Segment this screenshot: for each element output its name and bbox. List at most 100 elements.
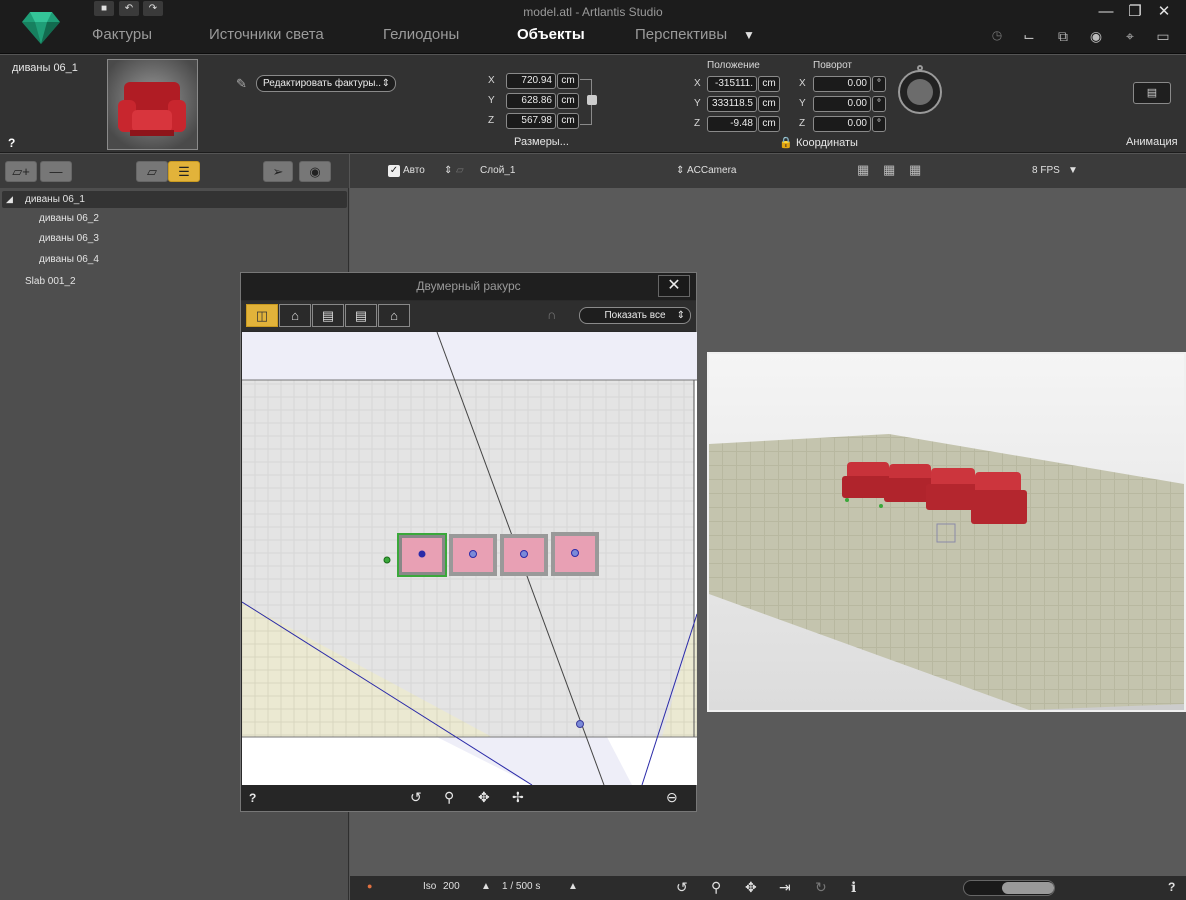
rot-x-field[interactable]: 0.00 bbox=[813, 76, 871, 92]
dimensions-button[interactable]: Размеры... bbox=[514, 136, 569, 148]
remove-object-button[interactable]: — bbox=[40, 161, 72, 182]
display-icon[interactable]: ▭ bbox=[1153, 28, 1173, 46]
clapperboard-icon[interactable]: ▤ bbox=[1133, 82, 1171, 104]
fps-dropdown-icon[interactable]: ▼ bbox=[1068, 165, 1078, 176]
dim-y-field[interactable]: 628.86 bbox=[506, 93, 556, 109]
proportion-lock-icon[interactable] bbox=[587, 95, 597, 105]
auto-checkbox[interactable]: ✓ bbox=[388, 165, 400, 177]
edit-textures-dropdown[interactable]: Редактировать фактуры.. ⇕ bbox=[256, 75, 396, 92]
fps-selector[interactable]: 8 FPS bbox=[1032, 165, 1060, 176]
2d-zoom-icon[interactable]: ⚲ bbox=[444, 789, 454, 806]
tree-item[interactable]: диваны 06_4 bbox=[2, 251, 347, 268]
pos-y-field[interactable]: 333118.5 bbox=[707, 96, 757, 112]
quality-slider[interactable] bbox=[963, 880, 1055, 896]
view-quad-icon[interactable]: ▦ bbox=[883, 162, 895, 178]
2d-rotate-icon[interactable]: ↺ bbox=[410, 789, 422, 806]
2d-view-window[interactable]: Двумерный ракурс ✕ ◫ ⌂ ▤ ▤ ⌂ ∩ Показать … bbox=[240, 272, 697, 812]
tree-item[interactable]: диваны 06_3 bbox=[2, 230, 347, 247]
3d-preview-window[interactable] bbox=[707, 352, 1186, 712]
view-left-icon[interactable]: ⌂ bbox=[378, 304, 410, 327]
tab-objects[interactable]: Объекты bbox=[517, 26, 585, 46]
iso-value[interactable]: 200 bbox=[443, 881, 460, 892]
pan-icon[interactable]: ✥ bbox=[745, 879, 757, 896]
axes-icon[interactable]: ⌙ bbox=[1019, 28, 1039, 46]
dim-y-unit[interactable]: cm bbox=[557, 93, 579, 109]
slider-handle[interactable] bbox=[1002, 882, 1054, 894]
close-icon[interactable]: ✕ bbox=[1152, 3, 1176, 21]
tab-menu-arrow-icon[interactable]: ▼ bbox=[743, 28, 755, 48]
view-back-icon[interactable]: ▤ bbox=[345, 304, 377, 327]
tree-item-label: диваны 06_3 bbox=[39, 233, 99, 244]
dim-z-field[interactable]: 567.98 bbox=[506, 113, 556, 129]
tree-item[interactable]: диваны 06_2 bbox=[2, 210, 347, 227]
2d-help-button[interactable]: ? bbox=[249, 791, 256, 805]
coordinates-button[interactable]: Координаты bbox=[796, 137, 858, 149]
rot-y-field[interactable]: 0.00 bbox=[813, 96, 871, 112]
rot-z-unit[interactable]: ° bbox=[872, 116, 886, 132]
dim-x-unit[interactable]: cm bbox=[557, 73, 579, 89]
iso-up-icon[interactable]: ▲ bbox=[481, 881, 491, 892]
help-button[interactable]: ? bbox=[8, 136, 15, 150]
tab-textures[interactable]: Фактуры bbox=[92, 26, 152, 46]
pos-x-unit[interactable]: cm bbox=[758, 76, 780, 92]
rot-x-unit[interactable]: ° bbox=[872, 76, 886, 92]
tab-perspectives[interactable]: Перспективы bbox=[635, 26, 727, 46]
camera-position-handle[interactable] bbox=[576, 720, 584, 728]
2d-view-bottom-toolbar: ? ↺ ⚲ ✥ ✢ ⊖ bbox=[241, 785, 696, 811]
maximize-icon[interactable]: ❐ bbox=[1123, 3, 1147, 21]
pos-z-field[interactable]: -9.48 bbox=[707, 116, 757, 132]
sofa-group-plan[interactable] bbox=[383, 532, 599, 577]
camera-icon[interactable]: ◉ bbox=[1086, 28, 1106, 46]
view-single-icon[interactable]: ▦ bbox=[909, 162, 921, 178]
show-all-dropdown[interactable]: Показать все ⇕ bbox=[579, 307, 691, 324]
rotation-dial[interactable] bbox=[898, 65, 942, 114]
view-split-icon[interactable]: ▦ bbox=[857, 162, 869, 178]
object-inspector: диваны 06_1 ? ✎ Редактировать фактуры.. … bbox=[0, 55, 1186, 153]
crop-icon[interactable]: ⌖ bbox=[1120, 28, 1140, 46]
dim-z-unit[interactable]: cm bbox=[557, 113, 579, 129]
pointer-tool-icon[interactable]: ➢ bbox=[263, 161, 293, 182]
shutter-value[interactable]: 1 / 500 s bbox=[502, 881, 540, 892]
add-object-button[interactable]: ▱+ bbox=[5, 161, 37, 182]
dim-x-field[interactable]: 720.94 bbox=[506, 73, 556, 89]
camera-selector[interactable]: ACCamera bbox=[687, 165, 736, 176]
camera-stepper-icon[interactable]: ⇕ bbox=[676, 165, 684, 176]
pos-z-unit[interactable]: cm bbox=[758, 116, 780, 132]
list-view-lines-button[interactable]: ☰ bbox=[168, 161, 200, 182]
list-view-plane-button[interactable]: ▱ bbox=[136, 161, 168, 182]
help-button-bottom[interactable]: ? bbox=[1168, 880, 1175, 894]
info-icon[interactable]: ℹ bbox=[851, 879, 856, 896]
expand-triangle-icon[interactable]: ◢ bbox=[6, 191, 13, 208]
animation-label[interactable]: Анимация bbox=[1126, 136, 1178, 148]
2d-view-close-icon[interactable]: ✕ bbox=[658, 275, 690, 297]
2d-section-icon[interactable]: ⊖ bbox=[666, 789, 678, 806]
visibility-eye-icon[interactable]: ◉ bbox=[299, 161, 331, 182]
layer-stepper-icon[interactable]: ⇕ bbox=[444, 165, 452, 176]
rot-z-field[interactable]: 0.00 bbox=[813, 116, 871, 132]
pos-y-unit[interactable]: cm bbox=[758, 96, 780, 112]
pos-x-field[interactable]: -315111. bbox=[707, 76, 757, 92]
rot-y-unit[interactable]: ° bbox=[872, 96, 886, 112]
rotate-view-icon[interactable]: ↺ bbox=[676, 879, 688, 896]
tab-lights[interactable]: Источники света bbox=[209, 26, 324, 46]
clock-icon[interactable]: ◷ bbox=[987, 28, 1007, 46]
plan-drawing bbox=[242, 332, 697, 785]
tree-item-group[interactable]: ◢ диваны 06_1 bbox=[2, 191, 347, 208]
view-top-icon[interactable]: ◫ bbox=[246, 304, 278, 327]
layer-selector[interactable]: Слой_1 bbox=[480, 165, 515, 176]
walk-icon[interactable]: ⇥ bbox=[779, 879, 791, 896]
dial-handle-icon[interactable] bbox=[917, 65, 923, 71]
windows-icon[interactable]: ⧉ bbox=[1053, 28, 1073, 46]
zoom-icon[interactable]: ⚲ bbox=[711, 879, 721, 896]
view-right-icon[interactable]: ▤ bbox=[312, 304, 344, 327]
view-front-icon[interactable]: ⌂ bbox=[279, 304, 311, 327]
2d-pan-icon[interactable]: ✥ bbox=[478, 789, 490, 806]
2d-zoom-fit-icon[interactable]: ✢ bbox=[512, 789, 524, 806]
2d-plan-canvas[interactable] bbox=[242, 332, 697, 785]
minimize-icon[interactable]: — bbox=[1094, 3, 1118, 21]
refresh-icon[interactable]: ↻ bbox=[815, 879, 827, 896]
shutter-up-icon[interactable]: ▲ bbox=[568, 881, 578, 892]
lock-icon[interactable]: 🔒 bbox=[779, 136, 793, 149]
tab-heliodons[interactable]: Гелиодоны bbox=[383, 26, 459, 46]
link-icon[interactable]: ∩ bbox=[547, 307, 556, 322]
